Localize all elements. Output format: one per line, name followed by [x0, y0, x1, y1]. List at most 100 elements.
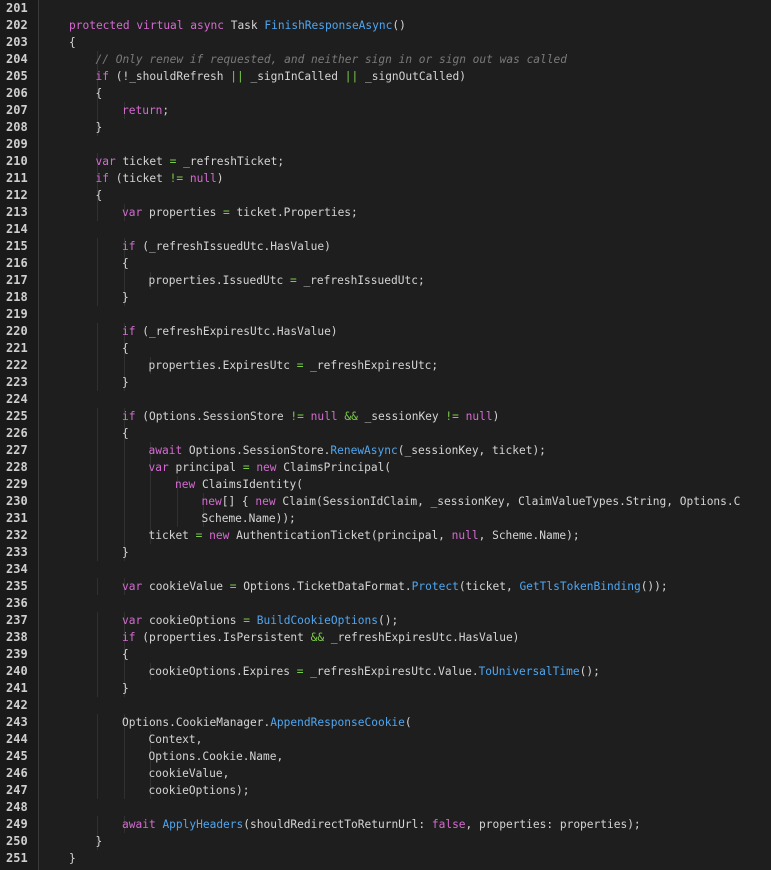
indent-guide [97, 748, 98, 765]
code-line[interactable]: 226 { [0, 425, 771, 442]
code-token: if [122, 410, 136, 423]
code-line[interactable]: 237 var cookieOptions = BuildCookieOption… [0, 612, 771, 629]
line-number: 244 [6, 732, 28, 746]
code-line[interactable]: 244 Context, [0, 731, 771, 748]
line-number: 246 [6, 766, 28, 780]
code-line[interactable]: 234 [0, 561, 771, 578]
code-line[interactable]: 236 [0, 595, 771, 612]
code-line[interactable]: 224 [0, 391, 771, 408]
code-token: null [310, 410, 338, 423]
code-line[interactable]: 217 properties.IssuedUtc = _refreshIssued… [0, 272, 771, 289]
code-token: principal [168, 461, 243, 474]
code-line[interactable]: 220 if (_refreshExpiresUtc.HasValue) [0, 323, 771, 340]
code-token: = [242, 461, 250, 474]
code-line[interactable]: 249 await ApplyHeaders(shouldRedirectToRe… [0, 816, 771, 833]
code-text: ticket = new AuthenticationTicket(princi… [149, 527, 580, 544]
code-line[interactable]: 240 cookieOptions.Expires = _refreshExpir… [0, 663, 771, 680]
code-token: await [122, 818, 156, 831]
code-line[interactable]: 230 new[] { new Claim(SessionIdClaim, _se… [0, 493, 771, 510]
code-text: { [96, 85, 103, 102]
code-text: { [122, 255, 129, 272]
code-text: } [122, 680, 129, 697]
code-line[interactable]: 229 new ClaimsIdentity( [0, 476, 771, 493]
code-token: properties.ExpiresUtc [148, 359, 297, 372]
code-line[interactable]: 242 [0, 697, 771, 714]
code-line[interactable]: 225 if (Options.SessionStore != null && _… [0, 408, 771, 425]
code-token: _sessionKey [357, 410, 446, 423]
code-line[interactable]: 245 Options.Cookie.Name, [0, 748, 771, 765]
line-number: 243 [6, 715, 28, 729]
code-token: () [392, 19, 406, 32]
code-line[interactable]: 209 [0, 136, 771, 153]
line-number: 227 [6, 443, 28, 457]
code-text: } [96, 833, 103, 850]
code-line[interactable]: 211 if (ticket != null) [0, 170, 771, 187]
code-line[interactable]: 210 var ticket = _refreshTicket; [0, 153, 771, 170]
code-line[interactable]: 238 if (properties.IsPersistent && _refre… [0, 629, 771, 646]
code-line[interactable]: 219 [0, 306, 771, 323]
code-line[interactable]: 227 await Options.SessionStore.RenewAsync… [0, 442, 771, 459]
code-token: if [122, 631, 136, 644]
code-token: && [310, 631, 325, 644]
code-line[interactable]: 206 { [0, 85, 771, 102]
code-line[interactable]: 203 { [0, 34, 771, 51]
code-line[interactable]: 232 ticket = new AuthenticationTicket(pri… [0, 527, 771, 544]
code-line[interactable]: 239 { [0, 646, 771, 663]
code-line[interactable]: 228 var principal = new ClaimsPrincipal( [0, 459, 771, 476]
code-line[interactable]: 233} [0, 544, 771, 561]
line-number: 229 [6, 477, 28, 491]
line-number: 211 [6, 171, 28, 185]
code-line[interactable]: 222 properties.ExpiresUtc = _refreshExpir… [0, 357, 771, 374]
code-line[interactable]: 215 if (_refreshIssuedUtc.HasValue) [0, 238, 771, 255]
code-line[interactable]: 205 if (!_shouldRefresh || _signInCalled … [0, 68, 771, 85]
code-line[interactable]: 214 [0, 221, 771, 238]
code-line[interactable]: 231 Scheme.Name)); [0, 510, 771, 527]
code-text: var ticket = _refreshTicket; [96, 153, 285, 170]
code-line[interactable]: 208} [0, 119, 771, 136]
code-line[interactable]: 207 return; [0, 102, 771, 119]
code-text: } [122, 374, 129, 391]
code-editor[interactable]: 201 202 protected virtual async Task Finis… [0, 0, 771, 870]
code-text: if (!_shouldRefresh || _signInCalled || … [96, 68, 467, 85]
code-line[interactable]: 247 cookieOptions); [0, 782, 771, 799]
code-line[interactable]: 202 protected virtual async Task FinishRe… [0, 17, 771, 34]
code-text: cookieValue, [149, 765, 230, 782]
code-token: new [255, 495, 276, 508]
code-line[interactable]: 235 var cookieValue = Options.TicketDataF… [0, 578, 771, 595]
code-token: ) [216, 172, 224, 185]
code-token: Protect [411, 580, 459, 593]
code-line[interactable]: 221 { [0, 340, 771, 357]
code-token: null [451, 529, 479, 542]
code-token: } [122, 682, 129, 695]
code-line[interactable]: 241} [0, 680, 771, 697]
code-token: _signOutCalled) [358, 70, 467, 83]
code-line[interactable]: 213 var properties = ticket.Properties; [0, 204, 771, 221]
line-number: 217 [6, 273, 28, 287]
code-line[interactable]: 216 { [0, 255, 771, 272]
indent-guide [97, 646, 98, 663]
line-number: 232 [6, 528, 28, 542]
code-token: { [122, 427, 129, 440]
line-number: 216 [6, 256, 28, 270]
code-lines[interactable]: 201 202 protected virtual async Task Finis… [0, 0, 771, 867]
code-line[interactable]: 218} [0, 289, 771, 306]
code-line[interactable]: 243 Options.CookieManager.AppendResponseC… [0, 714, 771, 731]
code-token: { [122, 648, 129, 661]
code-line[interactable]: 248 [0, 799, 771, 816]
code-line[interactable]: 204 // Only renew if requested, and neith… [0, 51, 771, 68]
line-number: 240 [6, 664, 28, 678]
code-token: (_sessionKey, ticket); [397, 444, 546, 457]
code-text: cookieOptions.Expires = _refreshExpiresU… [149, 663, 600, 680]
code-token: Scheme.Name)); [201, 512, 296, 525]
code-line[interactable]: 250} [0, 833, 771, 850]
code-line[interactable]: 201 [0, 0, 771, 17]
code-text: return; [122, 102, 169, 119]
code-line[interactable]: 246 cookieValue, [0, 765, 771, 782]
code-line[interactable]: 212 { [0, 187, 771, 204]
code-text: await ApplyHeaders(shouldRedirectToRetur… [122, 816, 641, 833]
code-line[interactable]: 223} [0, 374, 771, 391]
code-token: { [122, 257, 129, 270]
code-line[interactable]: 251} [0, 850, 771, 867]
code-text: await Options.SessionStore.RenewAsync(_s… [149, 442, 546, 459]
indent-guide [97, 663, 98, 680]
